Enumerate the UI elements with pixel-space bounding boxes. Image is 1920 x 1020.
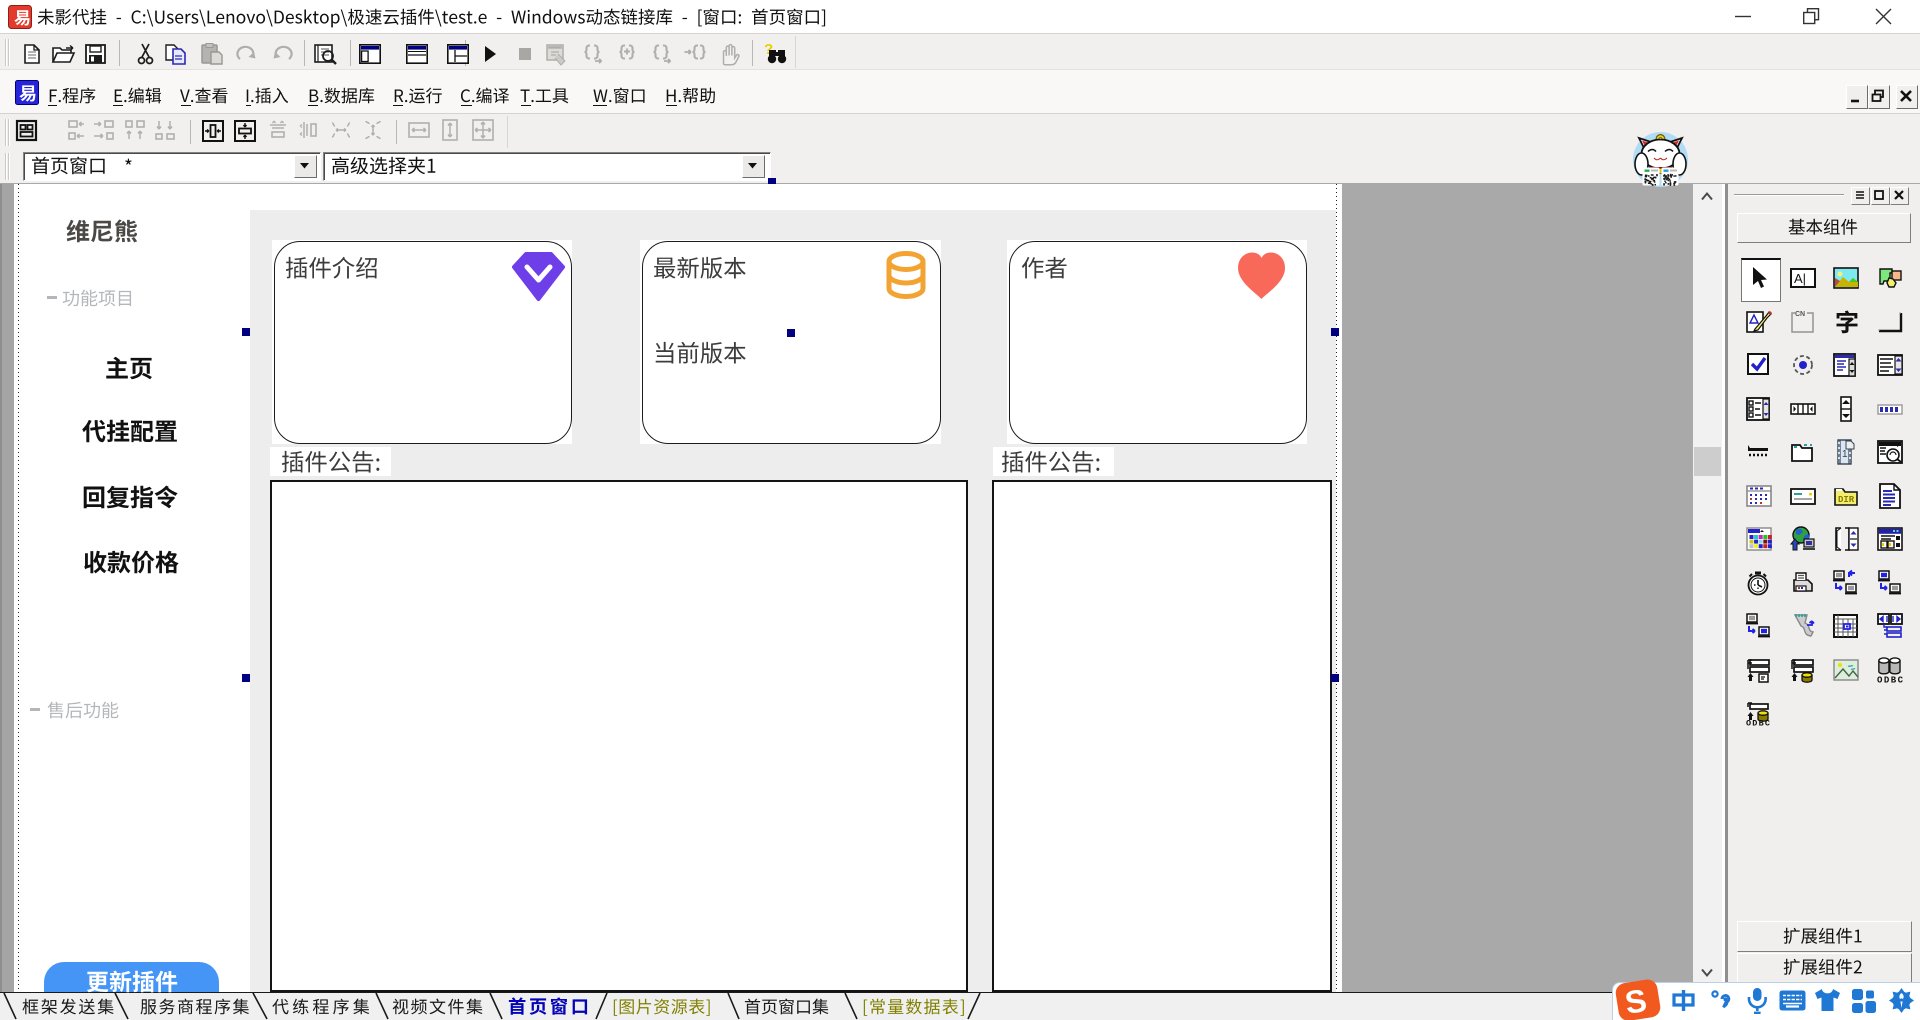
svg-text:DIR: DIR <box>1838 495 1855 505</box>
svg-text:A|: A| <box>1794 271 1806 286</box>
svg-text:1: 1 <box>1842 449 1848 460</box>
svg-text:ODBC: ODBC <box>1746 719 1770 729</box>
svg-text:ODBC: ODBC <box>1877 675 1904 685</box>
svg-text:CN: CN <box>1795 311 1805 318</box>
